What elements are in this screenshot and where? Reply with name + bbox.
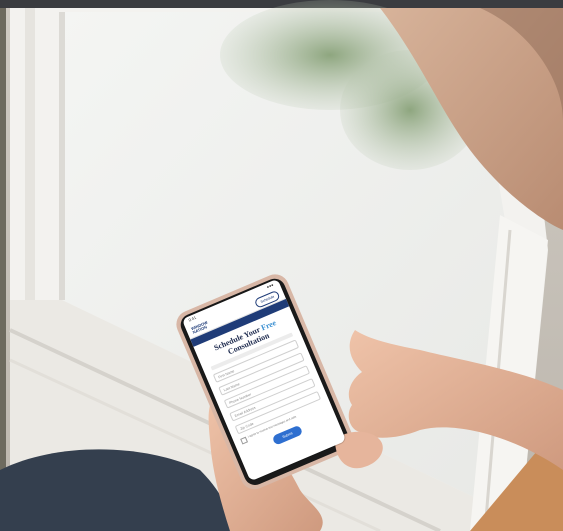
photo-scene: 9:41 ●●● WINDOW NATION Schedule Schedule… (0, 0, 563, 531)
left-edge (0, 8, 6, 531)
title-accent: Free (259, 318, 278, 333)
consent-checkbox[interactable] (240, 436, 249, 445)
